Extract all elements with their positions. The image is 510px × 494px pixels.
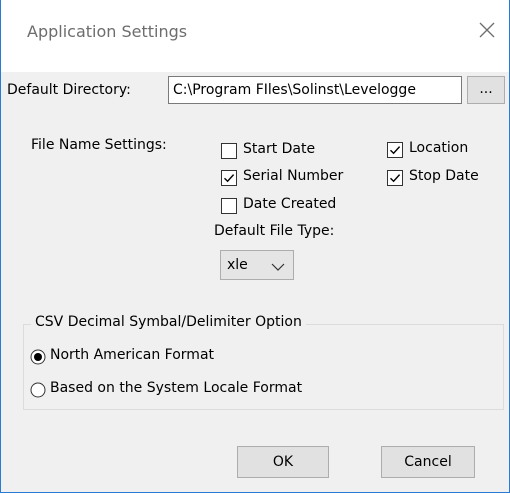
default-directory-input[interactable] bbox=[168, 76, 462, 104]
chevron-down-icon bbox=[271, 260, 285, 276]
date-created-label: Date Created bbox=[243, 196, 337, 212]
location-label: Location bbox=[409, 140, 469, 156]
csv-option-group bbox=[23, 324, 504, 410]
close-icon[interactable] bbox=[477, 20, 497, 40]
settings-window: Application Settings Default Directory: … bbox=[0, 0, 510, 493]
ok-button[interactable]: OK bbox=[237, 446, 329, 478]
window-title: Application Settings bbox=[27, 22, 188, 41]
location-checkbox[interactable] bbox=[387, 142, 403, 158]
file-name-settings-label: File Name Settings: bbox=[31, 137, 167, 153]
system-locale-format-label: Based on the System Locale Format bbox=[50, 380, 303, 396]
csv-group-label: CSV Decimal Symbal/Delimiter Option bbox=[31, 314, 306, 330]
start-date-checkbox[interactable] bbox=[221, 143, 237, 159]
title-bar: Application Settings bbox=[1, 0, 509, 72]
default-file-type-label: Default File Type: bbox=[214, 223, 335, 239]
file-type-select[interactable]: xle bbox=[220, 250, 294, 280]
default-directory-label: Default Directory: bbox=[7, 82, 131, 98]
north-american-format-label: North American Format bbox=[50, 347, 215, 363]
cancel-button[interactable]: Cancel bbox=[381, 446, 475, 478]
file-type-value: xle bbox=[227, 257, 248, 273]
browse-button[interactable]: ... bbox=[467, 76, 505, 104]
serial-number-checkbox[interactable] bbox=[221, 170, 237, 186]
date-created-checkbox[interactable] bbox=[221, 198, 237, 214]
stop-date-label: Stop Date bbox=[409, 168, 479, 184]
north-american-format-radio[interactable] bbox=[30, 349, 46, 365]
stop-date-checkbox[interactable] bbox=[387, 170, 403, 186]
serial-number-label: Serial Number bbox=[243, 168, 344, 184]
system-locale-format-radio[interactable] bbox=[30, 382, 46, 398]
start-date-label: Start Date bbox=[243, 141, 316, 157]
